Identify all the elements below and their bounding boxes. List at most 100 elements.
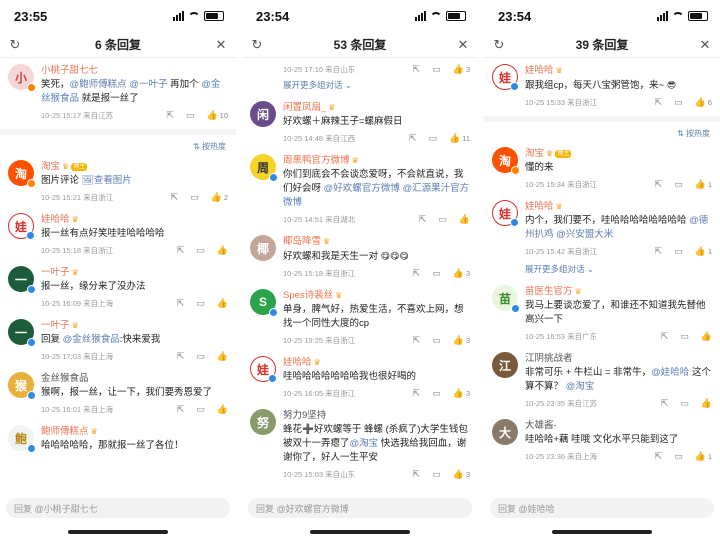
comment-list[interactable]: 娃 娃哈哈 ♛ 跟我组cp，每天八宝粥管饱，来~ 😎 10-25 15:33 来自… bbox=[484, 58, 720, 490]
like-icon[interactable]: 👍 1 bbox=[695, 246, 712, 257]
share-icon[interactable]: ⇱ bbox=[177, 404, 185, 415]
like-icon[interactable]: 👍 bbox=[459, 214, 470, 225]
close-icon[interactable]: ✕ bbox=[456, 37, 470, 52]
list-item[interactable]: 闲 闲置凤扇_ ♛ 好欢螺＋麻辣王子=螺麻假日 10-25 14:48 来自江西 … bbox=[242, 95, 478, 148]
share-icon[interactable]: ⇱ bbox=[419, 214, 427, 225]
root-comment[interactable]: 娃 娃哈哈 ♛ 跟我组cp，每天八宝粥管饱，来~ 😎 10-25 15:33 来自… bbox=[484, 58, 720, 112]
username[interactable]: 娃哈哈 bbox=[41, 213, 70, 226]
close-icon[interactable]: ✕ bbox=[698, 37, 712, 52]
reply-input[interactable]: 回复 @娃哈哈 bbox=[490, 498, 714, 518]
username[interactable]: 淘宝 bbox=[41, 160, 60, 173]
sort-by-hot-button[interactable]: ⇅ 按热度 bbox=[677, 128, 710, 139]
root-comment[interactable]: 小 小桃子甜七七 笑死，@鲍师傅糕点 @一叶子 再加个 @金丝猴食品 就是报一丝… bbox=[0, 58, 236, 125]
username[interactable]: 娃哈哈 bbox=[283, 356, 312, 369]
like-icon[interactable]: 👍 1 bbox=[695, 179, 712, 190]
list-item[interactable]: 江 江阴挑战者 非常可乐 + 牛栏山 = 非常牛，@娃哈哈 这个算不算？ @淘宝… bbox=[484, 346, 720, 413]
share-icon[interactable]: ⇱ bbox=[655, 179, 663, 190]
avatar[interactable]: 娃 bbox=[492, 64, 519, 91]
avatar[interactable]: 猴 bbox=[8, 372, 36, 400]
list-item[interactable]: 椰 椰岛降雪 ♛ 好欢螺和我是天生一对 😋😋😋 10-25 15:18 来自浙江 … bbox=[242, 229, 478, 283]
like-icon[interactable]: 👍 10 bbox=[206, 110, 228, 121]
list-item[interactable]: 娃 娃哈哈 ♛ 哇哈哈哈哈哈哈哈我也很好喝的 10-25 16:05 来自浙江 ⇱… bbox=[242, 350, 478, 403]
list-item[interactable]: 大 大雄酱- 哇哈哈+藕 哇哦 文化水平只能到这了 10-25 23:36 来自… bbox=[484, 413, 720, 466]
username[interactable]: 闲置凤扇_ bbox=[283, 101, 326, 114]
comment-icon[interactable]: ▭ bbox=[428, 133, 437, 144]
avatar[interactable]: 周 bbox=[250, 154, 278, 182]
comment-icon[interactable]: ▭ bbox=[432, 335, 441, 346]
like-icon[interactable]: 👍 2 bbox=[211, 192, 228, 203]
avatar[interactable]: 努 bbox=[250, 409, 276, 435]
username[interactable]: 娃哈哈 bbox=[525, 200, 554, 213]
list-item[interactable]: 娃 娃哈哈 ♛ 报一丝有点好笑哇哇哈哈哈哈 10-25 15:18 来自浙江 ⇱ ▭… bbox=[0, 207, 236, 260]
comment-icon[interactable]: ▭ bbox=[196, 404, 205, 415]
comment-icon[interactable]: ▭ bbox=[680, 398, 689, 409]
mention-link[interactable]: @一叶子 bbox=[129, 79, 167, 90]
comment-icon[interactable]: ▭ bbox=[190, 192, 199, 203]
sort-by-hot-button[interactable]: ⇅ 按热度 bbox=[193, 141, 226, 152]
comment-list[interactable]: 小 小桃子甜七七 笑死，@鲍师傅糕点 @一叶子 再加个 @金丝猴食品 就是报一丝… bbox=[0, 58, 236, 490]
avatar[interactable]: 闲 bbox=[250, 101, 276, 127]
list-item[interactable]: 努 努力9坚持 蜂花➕好欢螺等于 蜂螺 (杀疯了)大学生钱包被双十一弄瘪了@淘宝… bbox=[242, 403, 478, 484]
avatar[interactable]: 苗 bbox=[492, 285, 520, 313]
avatar[interactable]: 江 bbox=[492, 352, 518, 378]
list-item[interactable]: 一 一叶子 ♛ 回复 @金丝猴食品:快来爱我 10-25 17:03 来自上海 ⇱… bbox=[0, 313, 236, 366]
mention-link[interactable]: @金丝猴食品 bbox=[63, 334, 120, 345]
view-image-link[interactable]: 🖼查看图片 bbox=[82, 175, 132, 186]
username[interactable]: 大雄酱- bbox=[525, 419, 557, 432]
list-item[interactable]: 淘 淘宝 ♛ 博主 懂的来 10-25 15:34 来自浙江 ⇱ ▭ 👍 1 bbox=[484, 141, 720, 194]
comment-icon[interactable]: ▭ bbox=[674, 97, 683, 108]
comment-icon[interactable]: ▭ bbox=[196, 351, 205, 362]
list-item[interactable]: 苗 苗医生官方 ♛ 我马上要谈恋爱了，和谁还不知道我先替他高兴一下 10-25 1… bbox=[484, 279, 720, 346]
username[interactable]: 苗医生官方 bbox=[525, 285, 573, 298]
avatar[interactable]: 椰 bbox=[250, 235, 276, 261]
refresh-icon[interactable]: ↻ bbox=[492, 37, 506, 52]
list-item[interactable]: 淘 淘宝 ♛ 博主 图片评论 🖼查看图片 10-25 15:21 来自浙江 ⇱ ▭ 👍 2 bbox=[0, 154, 236, 207]
like-icon[interactable]: 👍 3 bbox=[453, 268, 470, 279]
comment-icon[interactable]: ▭ bbox=[432, 388, 441, 399]
share-icon[interactable]: ⇱ bbox=[661, 398, 669, 409]
comment-icon[interactable]: ▭ bbox=[680, 331, 689, 342]
share-icon[interactable]: ⇱ bbox=[409, 133, 417, 144]
expand-more-button[interactable]: 展开更多组对话 ⌄ bbox=[484, 261, 720, 279]
comment-icon[interactable]: ▭ bbox=[196, 245, 205, 256]
mention-link[interactable]: @淘宝 bbox=[566, 381, 595, 392]
mention-link[interactable]: @鲍师傅糕点 bbox=[70, 79, 127, 90]
avatar[interactable]: 娃 bbox=[250, 356, 277, 383]
list-item[interactable]: 猴 金丝猴食品 猴啊，报一丝，让一下，我们要秀恩爱了 10-25 16:01 来… bbox=[0, 366, 236, 419]
username[interactable]: 努力9坚持 bbox=[283, 409, 326, 422]
share-icon[interactable]: ⇱ bbox=[413, 335, 421, 346]
list-item[interactable]: 一 一叶子 ♛ 报一丝，缘分来了没办法 10-25 16:09 来自上海 ⇱ ▭ 👍 bbox=[0, 260, 236, 313]
comment-icon[interactable]: ▭ bbox=[674, 451, 683, 462]
like-icon[interactable]: 👍 3 bbox=[453, 388, 470, 399]
username[interactable]: 鲍师傅糕点 bbox=[41, 425, 89, 438]
like-icon[interactable]: 👍 bbox=[217, 404, 228, 415]
comment-icon[interactable]: ▭ bbox=[438, 214, 447, 225]
username[interactable]: 周黑鸭官方微博 bbox=[283, 154, 350, 167]
comment-icon[interactable]: ▭ bbox=[674, 179, 683, 190]
list-item[interactable]: 周 周黑鸭官方微博 ♛ 你们到底会不会谈恋爱呀，不会就直说，我们好会呀 @好欢螺官… bbox=[242, 148, 478, 229]
share-icon[interactable]: ⇱ bbox=[413, 268, 421, 279]
share-icon[interactable]: ⇱ bbox=[655, 246, 663, 257]
mention-link[interactable]: @娃哈哈 bbox=[651, 367, 689, 378]
like-icon[interactable]: 👍 3 bbox=[453, 469, 470, 480]
share-icon[interactable]: ⇱ bbox=[655, 97, 663, 108]
share-icon[interactable]: ⇱ bbox=[655, 451, 663, 462]
username[interactable]: 淘宝 bbox=[525, 147, 544, 160]
share-icon[interactable]: ⇱ bbox=[166, 110, 174, 121]
list-item[interactable]: 鲍 鲍师傅糕点 ♛ 哈哈哈哈哈，那就报一丝了各位！ bbox=[0, 419, 236, 457]
avatar[interactable]: 娃 bbox=[8, 213, 35, 240]
avatar[interactable]: 大 bbox=[492, 419, 518, 445]
username[interactable]: 椰岛降雪 bbox=[283, 235, 321, 248]
comment-icon[interactable]: ▭ bbox=[432, 64, 441, 75]
avatar[interactable]: S bbox=[250, 289, 278, 317]
username[interactable]: 金丝猴食品 bbox=[41, 372, 89, 385]
like-icon[interactable]: 👍 bbox=[701, 398, 712, 409]
username[interactable]: 一叶子 bbox=[41, 319, 70, 332]
close-icon[interactable]: ✕ bbox=[214, 37, 228, 52]
list-item[interactable]: S Spes诗裴丝 ♛ 单身，脾气好，热爱生活，不喜欢上网，想找一个同性大度的cp… bbox=[242, 283, 478, 350]
share-icon[interactable]: ⇱ bbox=[177, 245, 185, 256]
avatar[interactable]: 淘 bbox=[492, 147, 520, 175]
like-icon[interactable]: 👍 bbox=[217, 298, 228, 309]
username[interactable]: 一叶子 bbox=[41, 266, 70, 279]
list-item[interactable]: 娃 娃哈哈 ♛ 内个，我们要不，哇哈哈哈哈哈哈哈哈 @德州扒鸡 @兴安盟大米 10… bbox=[484, 194, 720, 261]
